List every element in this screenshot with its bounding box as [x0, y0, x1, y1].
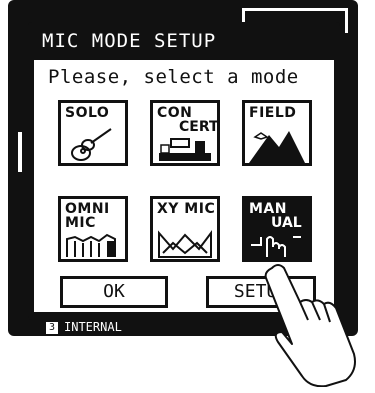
concert-stage-icon	[159, 138, 211, 161]
ok-button[interactable]: OK	[60, 276, 168, 308]
mode-field[interactable]: FIELD	[242, 100, 312, 166]
mode-solo[interactable]: SOLO	[58, 100, 128, 166]
mode-manual[interactable]: MAN UAL	[242, 196, 312, 262]
status-text: INTERNAL	[64, 320, 122, 334]
status-number-icon: 3	[46, 321, 58, 334]
side-mark	[18, 132, 22, 172]
mode-label: SOLO	[65, 105, 110, 121]
mode-omni-mic[interactable]: OMNI MIC	[58, 196, 128, 262]
mountain-icon	[249, 131, 305, 163]
guitar-icon	[71, 128, 112, 161]
mode-xy-mic[interactable]: XY MIC	[150, 196, 220, 262]
prompt-text: Please, select a mode	[48, 66, 299, 88]
status-strip: 3 INTERNAL	[42, 318, 172, 336]
xy-mic-icon	[158, 230, 212, 258]
screen-title: MIC MODE SETUP	[42, 30, 217, 52]
manual-hand-icon	[251, 236, 301, 257]
mode-label: XY MIC	[157, 201, 216, 217]
omni-mic-icon	[66, 233, 116, 257]
mode-concert[interactable]: CON CERT	[150, 100, 220, 166]
pointing-hand-icon	[264, 264, 356, 387]
mode-label: FIELD	[249, 105, 297, 121]
